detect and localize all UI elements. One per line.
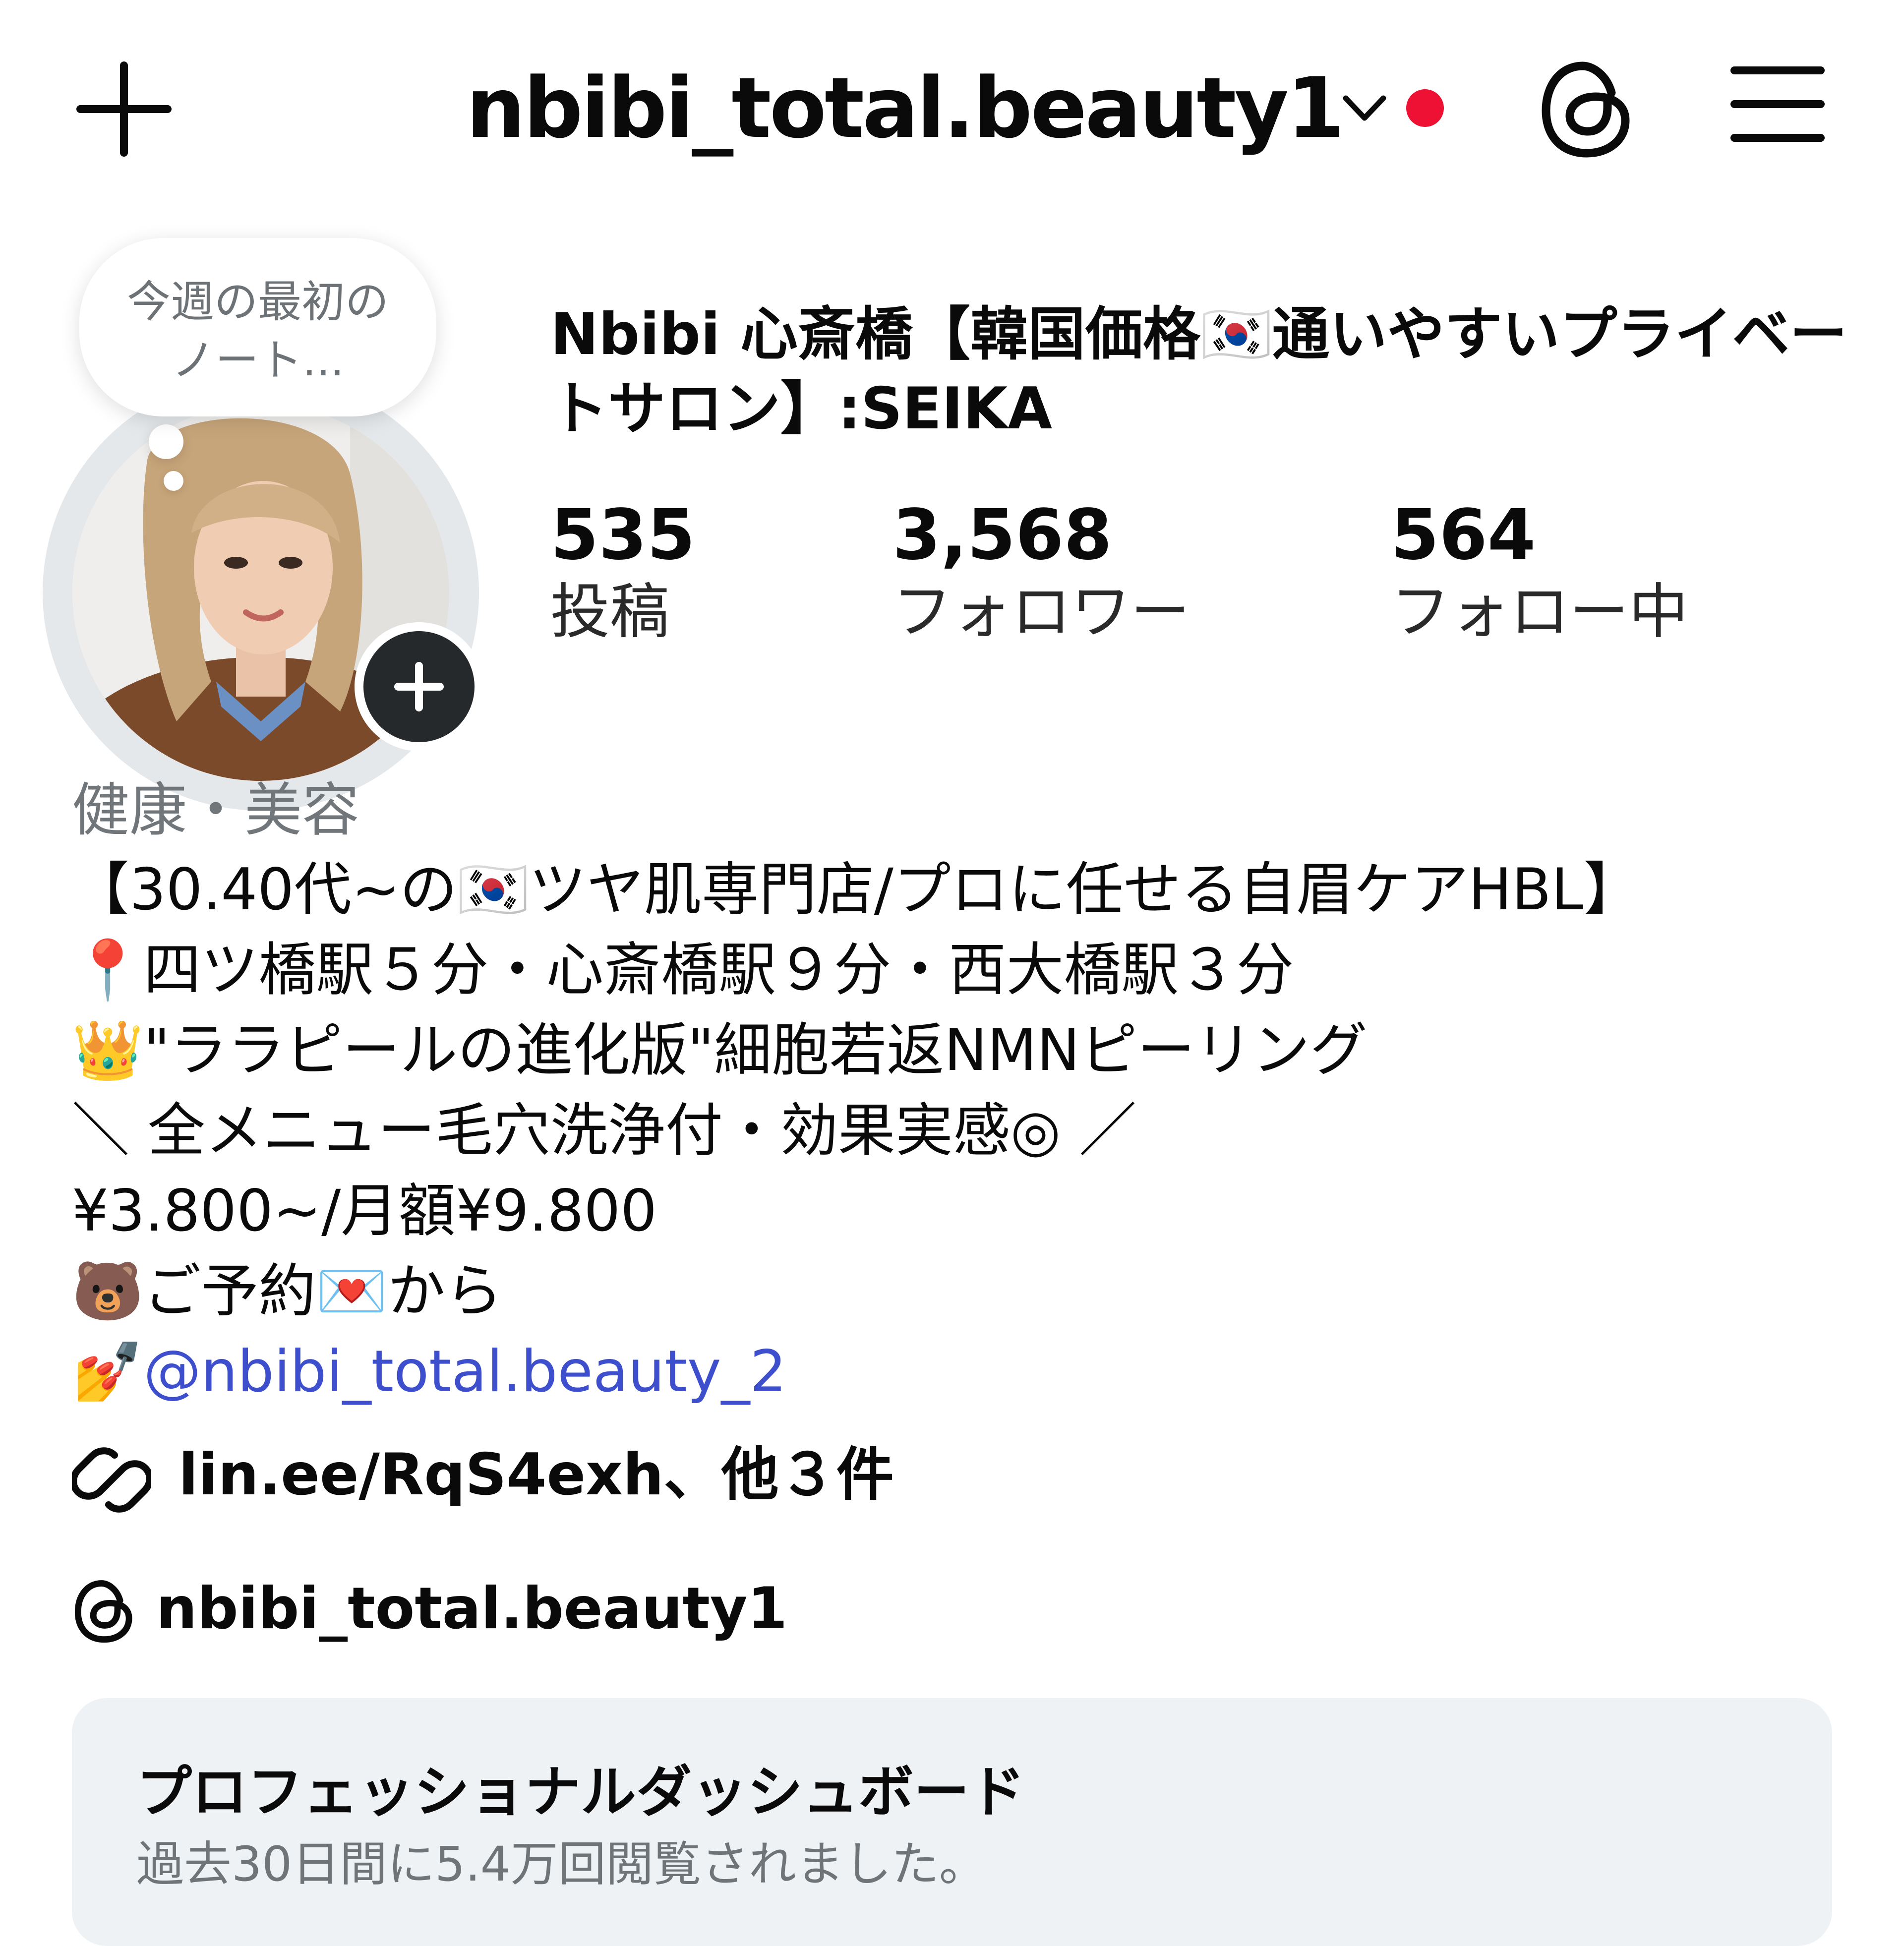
category-label[interactable]: 健康・美容	[72, 773, 359, 848]
menu-button[interactable]	[1730, 64, 1825, 144]
nail-polish-emoji: 💅	[72, 1338, 144, 1405]
stat-followers-value: 3,568	[892, 495, 1112, 576]
plus-icon	[394, 662, 444, 711]
stat-following[interactable]: 564 フォロー中	[1391, 496, 1688, 649]
display-name: Nbibi 心斎橋【韓国価格🇰🇷通いやすいプライベートサロン】:SEIKA	[550, 301, 1847, 442]
external-link-text[interactable]: lin.ee/RqS4exh、他３件	[178, 1433, 894, 1517]
dashboard-title: プロフェッショナルダッシュボード	[136, 1760, 1025, 1825]
stat-followers-label: フォロワー	[892, 578, 1190, 647]
professional-dashboard-card[interactable]: プロフェッショナルダッシュボード 過去30日間に5.4万回閲覧されました。	[72, 1698, 1832, 1946]
threads-button[interactable]	[1537, 57, 1636, 161]
bio-line: ＼ 全メニュー毛穴洗浄付・効果実感◎ ／	[72, 1097, 1136, 1164]
hamburger-menu-icon	[1730, 66, 1825, 142]
note-bubble-tail-small	[164, 471, 183, 491]
threads-icon	[74, 1580, 132, 1643]
note-bubble[interactable]: 今週の最初の ノート...	[79, 238, 436, 416]
threads-handle[interactable]: nbibi_total.beauty1	[156, 1567, 787, 1651]
stat-posts[interactable]: 535 投稿	[550, 496, 695, 649]
dashboard-subtitle: 過去30日間に5.4万回閲覧されました。	[136, 1836, 987, 1892]
mention-link[interactable]: @nbibi_total.beauty_2	[143, 1338, 786, 1405]
link-icon	[72, 1447, 151, 1513]
bio-line: ¥3.800~/月額¥9.800	[72, 1178, 657, 1244]
stat-following-label: フォロー中	[1391, 578, 1688, 647]
username-title[interactable]: nbibi_total.beauty1	[466, 59, 1345, 158]
bio-line: 🐻ご予約💌から	[72, 1258, 503, 1325]
bio-line: 【30.40代~の🇰🇷ツヤ肌専門店/プロに任せる自眉ケアHBL】	[72, 856, 1641, 923]
bio-line: 📍四ツ橋駅５分・心斎橋駅９分・西大橋駅３分	[72, 937, 1294, 1003]
threads-icon	[1542, 61, 1630, 158]
notification-dot	[1406, 89, 1444, 127]
plus-icon	[76, 61, 172, 157]
note-text: 今週の最初の ノート...	[126, 276, 389, 386]
chevron-down-icon[interactable]	[1340, 89, 1389, 129]
stat-followers[interactable]: 3,568 フォロワー	[892, 496, 1190, 649]
create-button[interactable]	[74, 59, 174, 159]
add-story-button[interactable]	[355, 622, 483, 751]
stat-posts-value: 535	[550, 495, 696, 576]
note-bubble-tail	[149, 424, 183, 459]
stat-following-value: 564	[1391, 495, 1536, 576]
bio-mention-line: 💅@nbibi_total.beauty_2	[72, 1335, 786, 1409]
stat-posts-label: 投稿	[550, 578, 669, 647]
bio-line: 👑"ララピールの進化版"細胞若返NMNピーリング	[72, 1017, 1368, 1084]
